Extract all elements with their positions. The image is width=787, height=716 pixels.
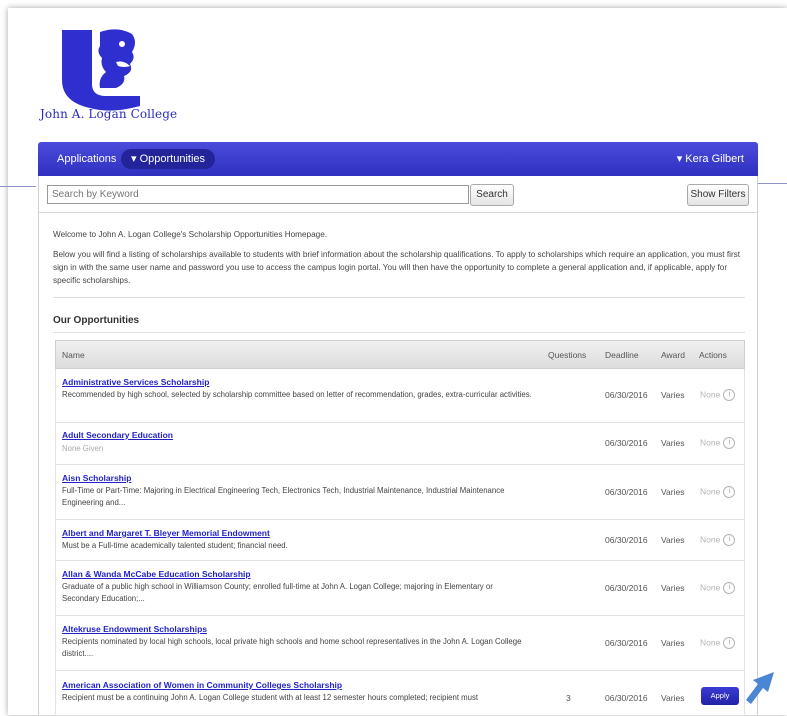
table-row: Allan & Wanda McCabe Education Scholarsh… <box>55 561 745 616</box>
table-row: Adult Secondary Education None Given 06/… <box>55 423 745 465</box>
scholarship-desc: Graduate of a public high school in Will… <box>62 582 493 603</box>
award-cell: Varies <box>661 390 685 400</box>
scholarship-desc: Full-Time or Part-Time: Majoring in Elec… <box>62 486 505 507</box>
action-none: None i <box>700 486 736 498</box>
action-none-label: None <box>700 437 721 448</box>
deadline-cell: 06/30/2016 <box>605 390 648 400</box>
search-input[interactable] <box>47 185 469 204</box>
questions-cell: 3 <box>566 693 571 703</box>
nav-applications[interactable]: Applications <box>57 149 116 169</box>
header-award: Award <box>661 350 685 360</box>
scholarship-desc: Must be a Full-time academically talente… <box>62 541 288 550</box>
award-cell: Varies <box>661 638 685 648</box>
apply-button[interactable]: Apply <box>701 687 739 705</box>
search-button[interactable]: Search <box>470 184 514 206</box>
scholarship-link[interactable]: Albert and Margaret T. Bleyer Memorial E… <box>62 528 270 538</box>
show-filters-button[interactable]: Show Filters <box>687 184 749 206</box>
award-cell: Varies <box>661 438 685 448</box>
nav-opportunities[interactable]: ▾ Opportunities <box>121 149 216 169</box>
action-none-label: None <box>700 637 721 648</box>
action-none-label: None <box>700 486 721 497</box>
scholarship-desc: Recipient must be a continuing John A. L… <box>62 693 479 702</box>
action-none: None i <box>700 582 736 594</box>
divider <box>53 332 745 333</box>
info-icon[interactable]: i <box>723 534 736 546</box>
pointer-arrow-icon <box>746 672 774 704</box>
action-none: None i <box>700 437 736 449</box>
section-title: Our Opportunities <box>53 315 140 326</box>
info-icon[interactable]: i <box>723 582 736 594</box>
action-none: None i <box>700 389 736 401</box>
decorative-line-left <box>0 186 36 187</box>
intro-body: Below you will find a listing of scholar… <box>53 250 741 285</box>
table-row: Altekruse Endowment Scholarships Recipie… <box>55 616 745 671</box>
opportunities-table: Name Questions Deadline Award Actions Ad… <box>55 340 745 716</box>
college-name: John A. Logan College <box>40 107 178 121</box>
info-icon[interactable]: i <box>723 486 736 498</box>
decorative-line-right <box>758 183 787 184</box>
opportunities-panel: Search Show Filters Welcome to John A. L… <box>38 176 758 716</box>
table-row: Aisn Scholarship Full-Time or Part-Time:… <box>55 465 745 520</box>
scholarship-desc: None Given <box>62 444 104 453</box>
deadline-cell: 06/30/2016 <box>605 438 648 448</box>
table-row: American Association of Women in Communi… <box>55 671 745 716</box>
deadline-cell: 06/30/2016 <box>605 638 648 648</box>
award-cell: Varies <box>661 693 685 703</box>
header-actions: Actions <box>699 350 727 360</box>
top-navbar: Applications ▾ Opportunities ▾ Kera Gilb… <box>38 142 758 176</box>
scholarship-link[interactable]: Altekruse Endowment Scholarships <box>62 624 207 634</box>
user-menu[interactable]: ▾ Kera Gilbert <box>677 149 744 169</box>
deadline-cell: 06/30/2016 <box>605 583 648 593</box>
deadline-cell: 06/30/2016 <box>605 693 648 703</box>
scholarship-link[interactable]: American Association of Women in Communi… <box>62 680 342 690</box>
award-cell: Varies <box>661 583 685 593</box>
header-questions: Questions <box>548 350 587 360</box>
deadline-cell: 06/30/2016 <box>605 535 648 545</box>
scholarship-link[interactable]: Aisn Scholarship <box>62 473 131 483</box>
divider <box>53 297 745 298</box>
deadline-cell: 06/30/2016 <box>605 487 648 497</box>
info-icon[interactable]: i <box>723 637 736 649</box>
scholarship-desc: Recipients nominated by local high schoo… <box>62 637 522 658</box>
header-deadline: Deadline <box>605 350 639 360</box>
award-cell: Varies <box>661 487 685 497</box>
info-icon[interactable]: i <box>723 437 736 449</box>
scholarship-desc: Recommended by high school, selected by … <box>62 390 532 399</box>
table-row: Albert and Margaret T. Bleyer Memorial E… <box>55 520 745 561</box>
action-none: None i <box>700 534 736 546</box>
info-icon[interactable]: i <box>723 389 736 401</box>
action-none: None i <box>700 637 736 649</box>
scholarship-link[interactable]: Allan & Wanda McCabe Education Scholarsh… <box>62 569 251 579</box>
scholarship-link[interactable]: Adult Secondary Education <box>62 430 173 440</box>
scholarship-link[interactable]: Administrative Services Scholarship <box>62 377 209 387</box>
intro-text: Welcome to John A. Logan College's Schol… <box>53 228 747 294</box>
table-row: Administrative Services Scholarship Reco… <box>55 369 745 423</box>
search-row: Search Show Filters <box>39 176 757 213</box>
award-cell: Varies <box>661 535 685 545</box>
action-none-label: None <box>700 582 721 593</box>
table-header: Name Questions Deadline Award Actions <box>55 340 745 369</box>
welcome-text: Welcome to John A. Logan College's Schol… <box>53 230 328 239</box>
header-name: Name <box>62 350 85 360</box>
action-none-label: None <box>700 534 721 545</box>
action-none-label: None <box>700 389 721 400</box>
